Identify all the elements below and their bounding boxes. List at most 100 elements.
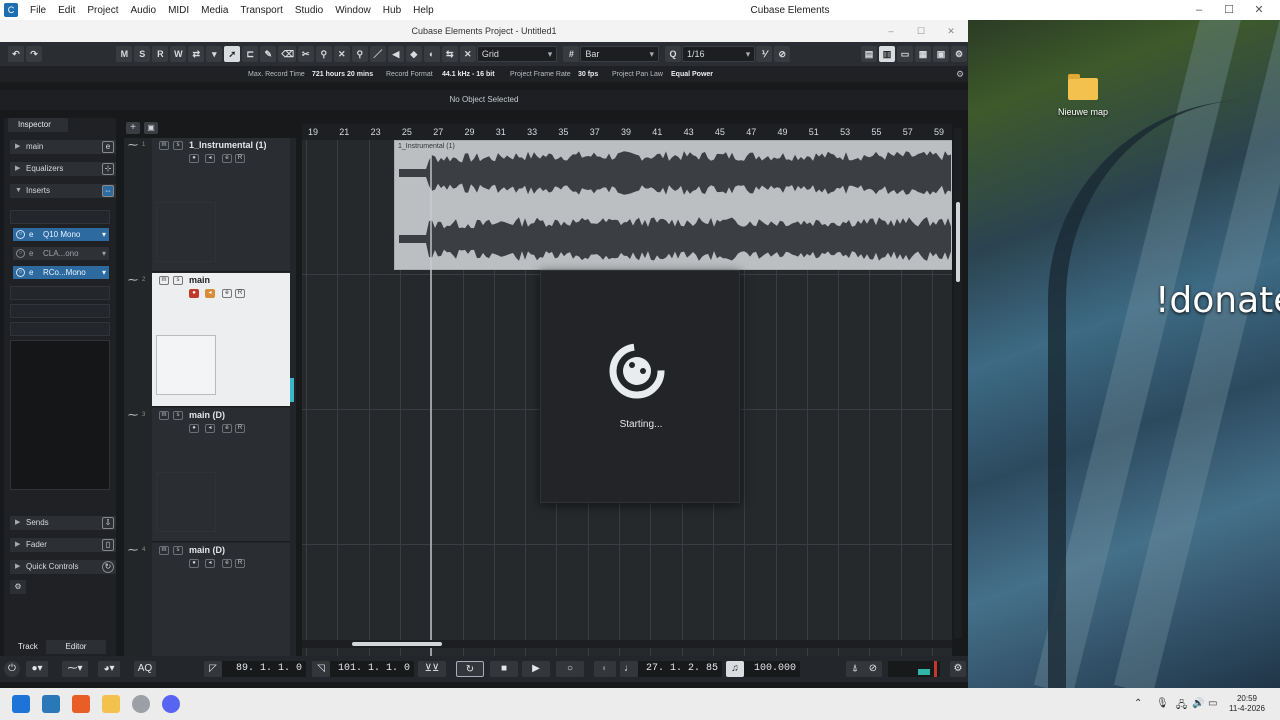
edit-channel-icon[interactable]: e	[102, 141, 114, 153]
layout-lower-icon[interactable]: ▭	[897, 46, 914, 62]
read-icon[interactable]: R	[235, 424, 245, 433]
grid-icon[interactable]: #	[563, 46, 580, 62]
layout-transport-icon[interactable]: ▣	[933, 46, 950, 62]
left-locator-field[interactable]: 89. 1. 1. 0	[222, 661, 306, 677]
tempo-field[interactable]: 100.000	[744, 661, 800, 677]
precount-icon[interactable]: ⊘	[864, 661, 882, 677]
mute-button[interactable]: m	[159, 141, 169, 150]
comp-tool-icon[interactable]: ◆	[405, 46, 422, 62]
track-name[interactable]: 1_Instrumental (1)	[189, 140, 267, 150]
insert-plugin-q10[interactable]: ○ e Q10 Mono ▾	[13, 228, 109, 241]
dropdown-icon[interactable]: ▾	[102, 228, 106, 241]
redo-icon[interactable]: ↷	[26, 46, 42, 62]
pan-law-value[interactable]: Equal Power	[671, 69, 713, 80]
tab-track[interactable]: Track	[18, 642, 38, 651]
position-field[interactable]: 27. 1. 2. 85	[638, 661, 722, 677]
monitor-icon[interactable]: ◂	[205, 289, 215, 298]
track-1[interactable]: m s 1_Instrumental (1) ● ◂ e R	[152, 138, 290, 272]
metronome-mode-icon[interactable]: ◕▾	[98, 661, 120, 677]
horizontal-scrollbar[interactable]	[302, 640, 952, 648]
mute-button[interactable]: m	[159, 276, 169, 285]
quantize-apply-icon[interactable]: ⅟	[756, 46, 773, 62]
ruler[interactable]: 19 21 23 25 27 29 31 33 35 37 39 41 43 45 47 49 51 53 55 57…	[302, 124, 952, 140]
settings-gear-icon[interactable]: ⚙	[951, 46, 968, 62]
click-icon[interactable]: ⍋	[846, 661, 864, 677]
record-icon[interactable]: ○	[556, 661, 584, 677]
record-mode-icon[interactable]: ●▾	[26, 661, 48, 677]
record-enable-icon[interactable]: ●	[189, 154, 199, 163]
audio-quantize-button[interactable]: AQ	[134, 661, 156, 677]
edit-channel-icon[interactable]: e	[222, 424, 232, 433]
grid-type-dropdown[interactable]: Bar	[580, 46, 660, 62]
menu-studio[interactable]: Studio	[289, 5, 329, 16]
info-settings-icon[interactable]: ⚙	[956, 69, 964, 80]
inspector-quick-controls[interactable]: ▶ Quick Controls ↻	[10, 560, 116, 574]
activate-project-icon[interactable]: ⏻	[4, 661, 20, 677]
menu-project[interactable]: Project	[81, 5, 124, 16]
monitor-icon[interactable]: ◂	[205, 154, 215, 163]
tool-menu-icon[interactable]: ▾	[206, 46, 223, 62]
max-record-time-value[interactable]: 721 hours 20 mins	[312, 69, 373, 80]
read-icon[interactable]: R	[235, 559, 245, 568]
record-enable-icon[interactable]: ●	[189, 424, 199, 433]
tab-editor[interactable]: Editor	[46, 640, 106, 654]
write-all-button[interactable]: W	[170, 46, 187, 62]
mute-button[interactable]: m	[159, 411, 169, 420]
tray-overflow-icon[interactable]: ⌃	[1134, 698, 1142, 709]
brave-icon[interactable]	[72, 695, 90, 713]
layout-right-icon[interactable]: ▦	[915, 46, 932, 62]
battery-icon[interactable]: ▭	[1208, 698, 1217, 709]
microphone-icon[interactable]: 🎙	[1156, 698, 1169, 709]
track-resize-handle[interactable]	[290, 378, 294, 402]
add-track-icon[interactable]: +	[126, 122, 140, 134]
power-icon[interactable]: ○	[16, 268, 25, 277]
menu-audio[interactable]: Audio	[124, 5, 162, 16]
right-locator-field[interactable]: 101. 1. 1. 0	[330, 661, 414, 677]
desktop-folder-label[interactable]: Nieuwe map	[1050, 107, 1116, 117]
inspector-track-header[interactable]: ▶ main e	[10, 140, 116, 154]
track-name[interactable]: main	[189, 275, 210, 285]
doc-close-icon[interactable]: ✕	[936, 20, 966, 42]
insert-slot-empty[interactable]	[10, 210, 110, 224]
edit-channel-icon[interactable]: e	[222, 154, 232, 163]
inspector-settings-icon[interactable]: ⚙	[10, 580, 26, 594]
track-3[interactable]: m s main (D) ● ◂ e R	[152, 408, 290, 542]
network-icon[interactable]: 🖧	[1176, 698, 1187, 715]
cubase-taskbar-icon[interactable]	[42, 695, 60, 713]
quantize-dropdown[interactable]: 1/16	[682, 46, 756, 62]
inserts-bypass-icon[interactable]: ⇔	[102, 185, 114, 197]
autoscroll-icon[interactable]: ⇄	[188, 46, 205, 62]
scrollbar-thumb[interactable]	[352, 642, 442, 646]
edit-channel-icon[interactable]: e	[222, 289, 232, 298]
insert-slot-empty[interactable]	[10, 304, 110, 318]
project-cursor[interactable]	[430, 156, 432, 680]
folder-icon[interactable]	[1068, 74, 1098, 100]
transport-settings-icon[interactable]: ⚙	[950, 661, 966, 677]
left-locator-icon[interactable]: ◸	[204, 661, 222, 677]
monitor-icon[interactable]: ◂	[205, 424, 215, 433]
close-icon[interactable]: ✕	[1244, 0, 1274, 20]
auto-punch-icon[interactable]: ⁓▾	[62, 661, 88, 677]
discord-icon[interactable]	[162, 695, 180, 713]
mute-button[interactable]: m	[159, 546, 169, 555]
frame-rate-value[interactable]: 30 fps	[578, 69, 598, 80]
layout-inspector-icon[interactable]: ▥	[879, 46, 896, 62]
menu-edit[interactable]: Edit	[52, 5, 81, 16]
insert-slot-empty[interactable]	[10, 322, 110, 336]
record-enable-icon[interactable]: ●	[189, 559, 199, 568]
split-tool-icon[interactable]: ✂	[297, 46, 314, 62]
mute-all-button[interactable]: M	[116, 46, 133, 62]
dropdown-icon[interactable]: ▾	[102, 247, 106, 260]
menu-transport[interactable]: Transport	[234, 5, 288, 16]
read-icon[interactable]: R	[235, 289, 245, 298]
insert-slot-empty[interactable]	[10, 286, 110, 300]
menu-midi[interactable]: MIDI	[162, 5, 195, 16]
undo-icon[interactable]: ↶	[8, 46, 24, 62]
cycle-icon[interactable]: ↻	[456, 661, 484, 677]
file-explorer-icon[interactable]	[102, 695, 120, 713]
zoom-tool-icon[interactable]: ⚲	[351, 46, 368, 62]
nudge-icon[interactable]: ⇆	[441, 46, 458, 62]
menu-file[interactable]: File	[24, 5, 52, 16]
inspector-fader[interactable]: ▶ Fader ▯	[10, 538, 116, 552]
minimize-icon[interactable]: –	[1184, 0, 1214, 20]
